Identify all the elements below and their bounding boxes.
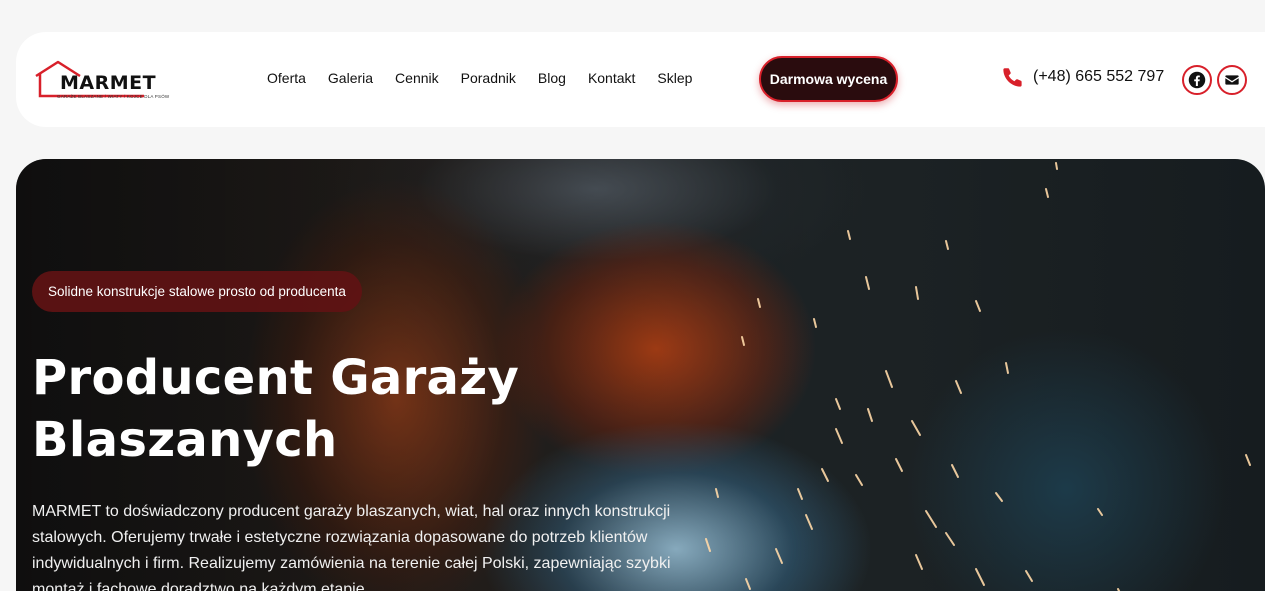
hero-title: Producent Garaży Blaszanych <box>32 350 520 468</box>
main-nav: Oferta Galeria Cennik Poradnik Blog Kont… <box>267 70 714 86</box>
logo-tagline: GARAŻE BLASZANE / WIATY / KOJCE DLA PSÓW <box>57 94 170 99</box>
nav-item-sklep[interactable]: Sklep <box>657 70 692 86</box>
phone-contact[interactable]: (+48) 665 552 797 <box>1002 66 1164 88</box>
hero-section: Solidne konstrukcje stalowe prosto od pr… <box>16 159 1265 591</box>
facebook-button[interactable] <box>1182 65 1212 95</box>
nav-item-kontakt[interactable]: Kontakt <box>588 70 635 86</box>
nav-item-cennik[interactable]: Cennik <box>395 70 439 86</box>
hero-badge: Solidne konstrukcje stalowe prosto od pr… <box>32 271 362 312</box>
logo-wordmark: MARMET <box>60 72 157 94</box>
email-button[interactable] <box>1217 65 1247 95</box>
hero-description: MARMET to doświadczony producent garaży … <box>32 503 671 591</box>
marmet-logo[interactable]: MARMET GARAŻE BLASZANE / WIATY / KOJCE D… <box>34 60 169 100</box>
free-quote-button[interactable]: Darmowa wycena <box>759 56 898 102</box>
phone-icon <box>1003 68 1022 87</box>
envelope-icon <box>1225 75 1239 85</box>
facebook-icon <box>1188 71 1206 89</box>
site-header: MARMET GARAŻE BLASZANE / WIATY / KOJCE D… <box>16 32 1265 127</box>
phone-number: (+48) 665 552 797 <box>1033 68 1165 85</box>
nav-item-blog[interactable]: Blog <box>538 70 566 86</box>
nav-item-galeria[interactable]: Galeria <box>328 70 373 86</box>
nav-item-oferta[interactable]: Oferta <box>267 70 306 86</box>
nav-item-poradnik[interactable]: Poradnik <box>461 70 516 86</box>
